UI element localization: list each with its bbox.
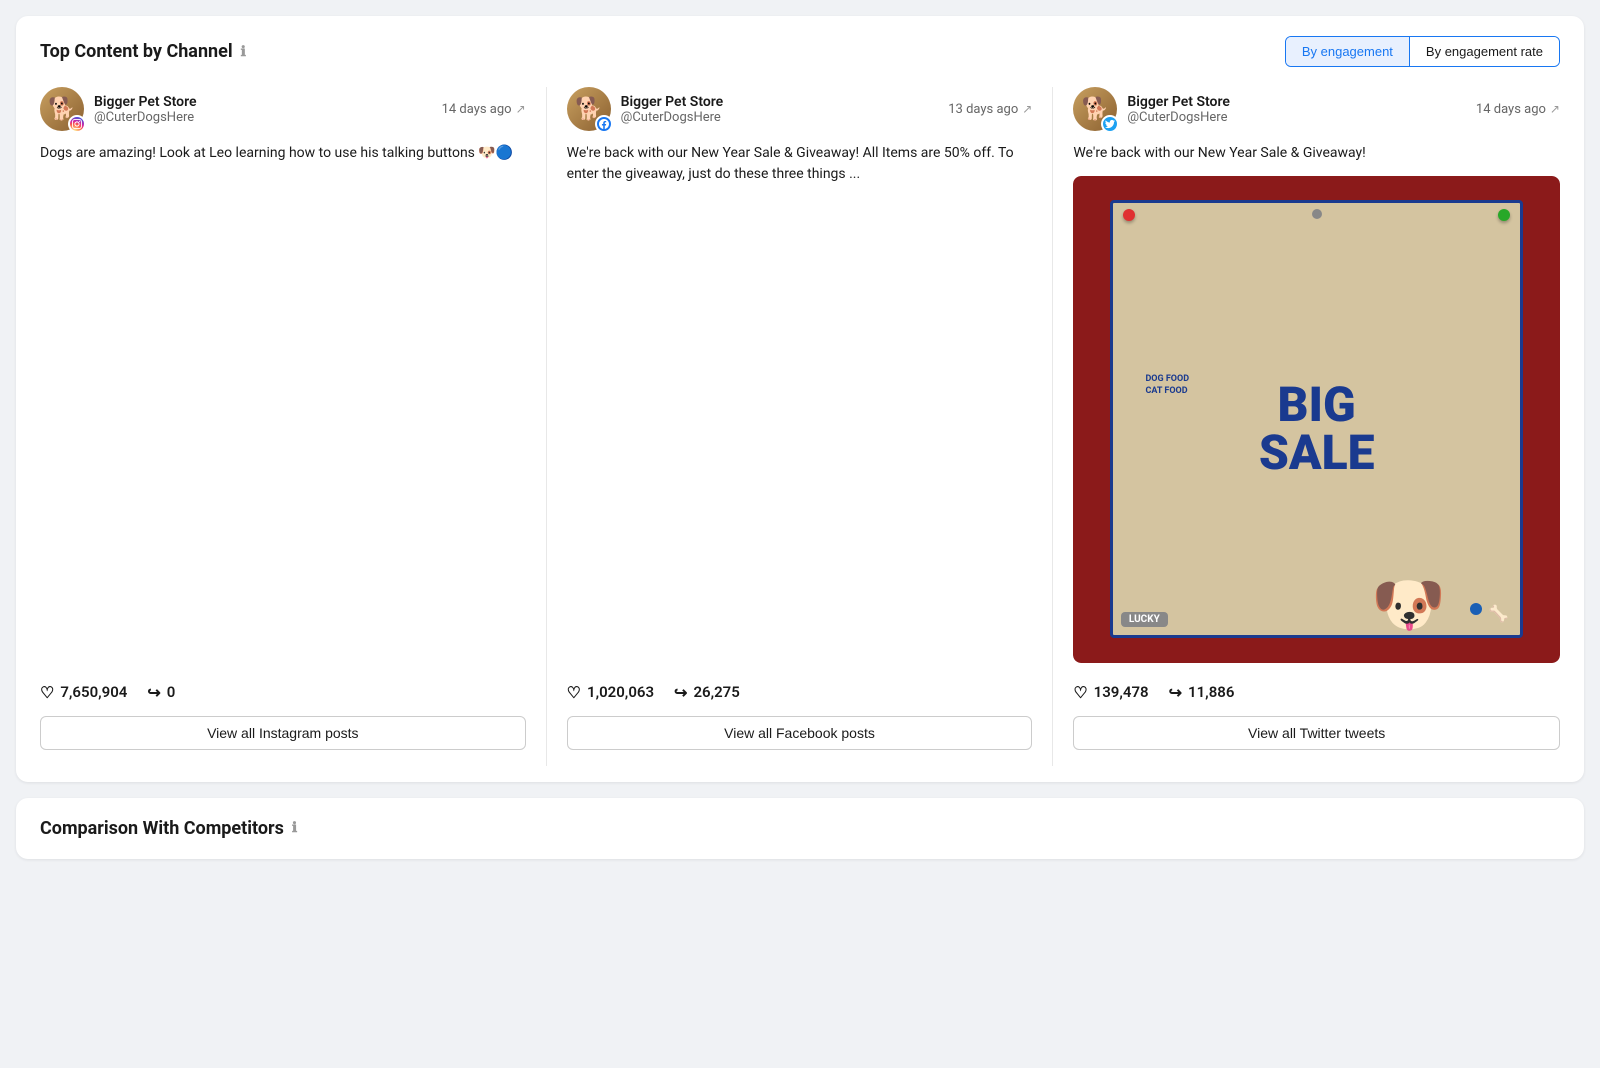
twitter-likes-value: 139,478: [1094, 683, 1149, 701]
comparison-card: Comparison With Competitors ℹ: [16, 798, 1584, 859]
share-icon: ↪: [147, 683, 160, 702]
toggle-by-engagement-rate[interactable]: By engagement rate: [1409, 37, 1559, 66]
facebook-shares-stat: ↪ 26,275: [674, 683, 740, 702]
heart-icon: ♡: [40, 683, 54, 702]
twitter-post-header: 🐕 Bigger Pet Store @CuterDogsHere 14 day…: [1073, 87, 1560, 131]
facebook-account-name: Bigger Pet Store: [621, 94, 939, 110]
facebook-social-badge: [595, 115, 613, 133]
facebook-account-handle: @CuterDogsHere: [621, 110, 939, 125]
instagram-post-time: 14 days ago ↗: [442, 102, 526, 117]
twitter-likes-stat: ♡ 139,478: [1073, 683, 1148, 702]
instagram-account-handle: @CuterDogsHere: [94, 110, 432, 125]
comparison-title: Comparison With Competitors ℹ: [40, 818, 1560, 839]
instagram-post-header: 🐕 Bigger Pet Store @CuterDogsHere 14 day…: [40, 87, 526, 131]
heart-icon-tw: ♡: [1073, 683, 1087, 702]
twitter-account-handle: @CuterDogsHere: [1127, 110, 1466, 125]
dog-illustration: 🐶: [1296, 398, 1520, 636]
twitter-post-time-row: 14 days ago ↗: [1476, 102, 1560, 117]
facebook-post-time-row: 13 days ago ↗: [948, 102, 1032, 117]
instagram-shares-value: 0: [167, 683, 176, 701]
twitter-account-name: Bigger Pet Store: [1127, 94, 1466, 110]
toggle-group: By engagement By engagement rate: [1285, 36, 1560, 67]
instagram-post-meta: Bigger Pet Store @CuterDogsHere: [94, 94, 432, 125]
dog-food-text: DOG FOOD CAT FOOD: [1145, 373, 1189, 398]
pin-gray: [1312, 209, 1322, 219]
big-sale-inner: BIG SALE 🐶 DOG FOOD CAT FOOD: [1110, 200, 1524, 638]
facebook-likes-value: 1,020,063: [587, 683, 654, 701]
big-sale-banner: BIG SALE 🐶 DOG FOOD CAT FOOD: [1073, 176, 1560, 663]
instagram-avatar-wrap: 🐕: [40, 87, 84, 131]
card-header: Top Content by Channel ℹ By engagement B…: [40, 36, 1560, 67]
instagram-likes-value: 7,650,904: [60, 683, 127, 701]
twitter-post-image: BIG SALE 🐶 DOG FOOD CAT FOOD: [1073, 176, 1560, 663]
twitter-post-content: We're back with our New Year Sale & Give…: [1073, 143, 1560, 164]
facebook-avatar-wrap: 🐕: [567, 87, 611, 131]
instagram-stats-row: ♡ 7,650,904 ↪ 0: [40, 675, 526, 702]
twitter-external-link-icon[interactable]: ↗: [1550, 102, 1560, 116]
twitter-stats-row: ♡ 139,478 ↪ 11,886: [1073, 675, 1560, 702]
comparison-info-icon[interactable]: ℹ: [292, 820, 297, 836]
card-title-text: Top Content by Channel: [40, 41, 233, 62]
twitter-shares-value: 11,886: [1188, 683, 1234, 701]
facebook-post-header: 🐕 Bigger Pet Store @CuterDogsHere 13 day…: [567, 87, 1033, 131]
lucky-bowl: LUCKY: [1121, 612, 1168, 627]
facebook-post-meta: Bigger Pet Store @CuterDogsHere: [621, 94, 939, 125]
facebook-stats-row: ♡ 1,020,063 ↪ 26,275: [567, 675, 1033, 702]
twitter-post-meta: Bigger Pet Store @CuterDogsHere: [1127, 94, 1466, 125]
instagram-social-badge: [68, 115, 86, 133]
instagram-external-link-icon[interactable]: ↗: [516, 102, 526, 116]
dog-emoji: 🐶: [1371, 575, 1446, 635]
bone-icon: 🦴: [1489, 604, 1509, 623]
instagram-post-content: Dogs are amazing! Look at Leo learning h…: [40, 143, 526, 663]
view-twitter-button[interactable]: View all Twitter tweets: [1073, 716, 1560, 750]
facebook-likes-stat: ♡ 1,020,063: [567, 683, 654, 702]
card-title: Top Content by Channel ℹ: [40, 41, 246, 62]
instagram-shares-stat: ↪ 0: [147, 683, 175, 702]
facebook-shares-value: 26,275: [693, 683, 739, 701]
share-icon-tw: ↪: [1169, 683, 1182, 702]
comparison-title-text: Comparison With Competitors: [40, 818, 284, 839]
share-icon-fb: ↪: [674, 683, 687, 702]
facebook-post-time: 13 days ago ↗: [948, 102, 1032, 117]
instagram-column: 🐕 Bigger Pet Store @CuterDogsHere 14 day…: [40, 87, 547, 766]
instagram-post-time-row: 14 days ago ↗: [442, 102, 526, 117]
instagram-likes-stat: ♡ 7,650,904: [40, 683, 127, 702]
toggle-by-engagement[interactable]: By engagement: [1286, 37, 1409, 66]
pin-green: [1498, 209, 1510, 221]
heart-icon-fb: ♡: [567, 683, 581, 702]
twitter-social-badge: [1101, 115, 1119, 133]
view-instagram-button[interactable]: View all Instagram posts: [40, 716, 526, 750]
twitter-avatar-wrap: 🐕: [1073, 87, 1117, 131]
facebook-post-content: We're back with our New Year Sale & Give…: [567, 143, 1033, 663]
facebook-column: 🐕 Bigger Pet Store @CuterDogsHere 13 day…: [547, 87, 1054, 766]
twitter-column: 🐕 Bigger Pet Store @CuterDogsHere 14 day…: [1053, 87, 1560, 766]
content-columns: 🐕 Bigger Pet Store @CuterDogsHere 14 day…: [40, 87, 1560, 766]
twitter-shares-stat: ↪ 11,886: [1169, 683, 1235, 702]
top-content-card: Top Content by Channel ℹ By engagement B…: [16, 16, 1584, 782]
view-facebook-button[interactable]: View all Facebook posts: [567, 716, 1033, 750]
twitter-post-time: 14 days ago ↗: [1476, 102, 1560, 117]
info-icon[interactable]: ℹ: [241, 44, 246, 60]
pin-red: [1123, 209, 1135, 221]
instagram-account-name: Bigger Pet Store: [94, 94, 432, 110]
facebook-external-link-icon[interactable]: ↗: [1022, 102, 1032, 116]
